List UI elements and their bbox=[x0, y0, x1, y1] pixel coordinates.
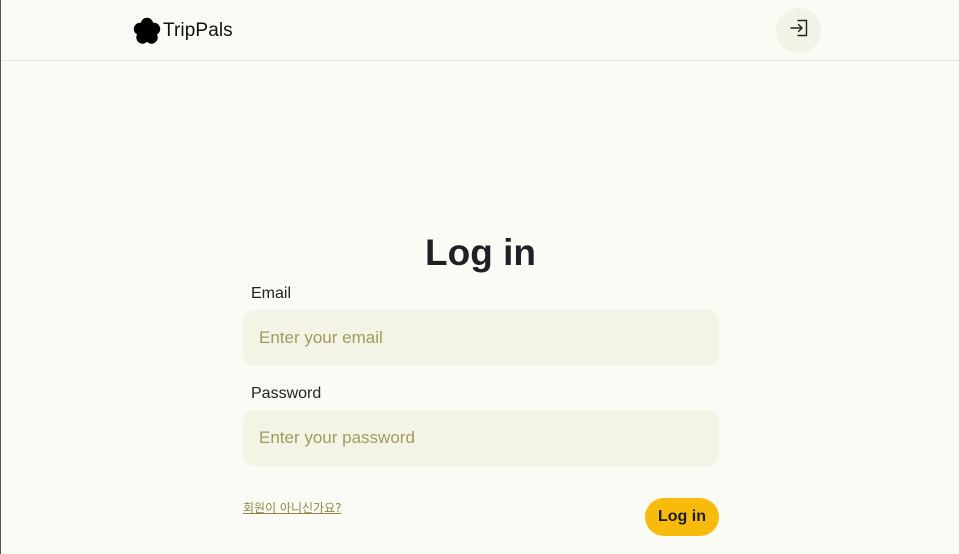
brand-name: TripPals bbox=[163, 20, 233, 41]
email-field[interactable] bbox=[243, 310, 719, 366]
page-title: Log in bbox=[425, 232, 536, 273]
flower-icon bbox=[133, 17, 161, 45]
brand-home-link[interactable]: TripPals bbox=[133, 17, 233, 45]
header-login-button[interactable] bbox=[776, 8, 821, 53]
password-label: Password bbox=[251, 385, 322, 402]
email-label: Email bbox=[251, 285, 292, 302]
signup-link[interactable]: 회원이 아니신가요? bbox=[243, 499, 342, 516]
sign-in-icon bbox=[788, 17, 810, 44]
password-field[interactable] bbox=[243, 410, 719, 466]
top-nav-bar: TripPals bbox=[1, 0, 959, 61]
login-submit-button[interactable]: Log in bbox=[645, 498, 719, 536]
